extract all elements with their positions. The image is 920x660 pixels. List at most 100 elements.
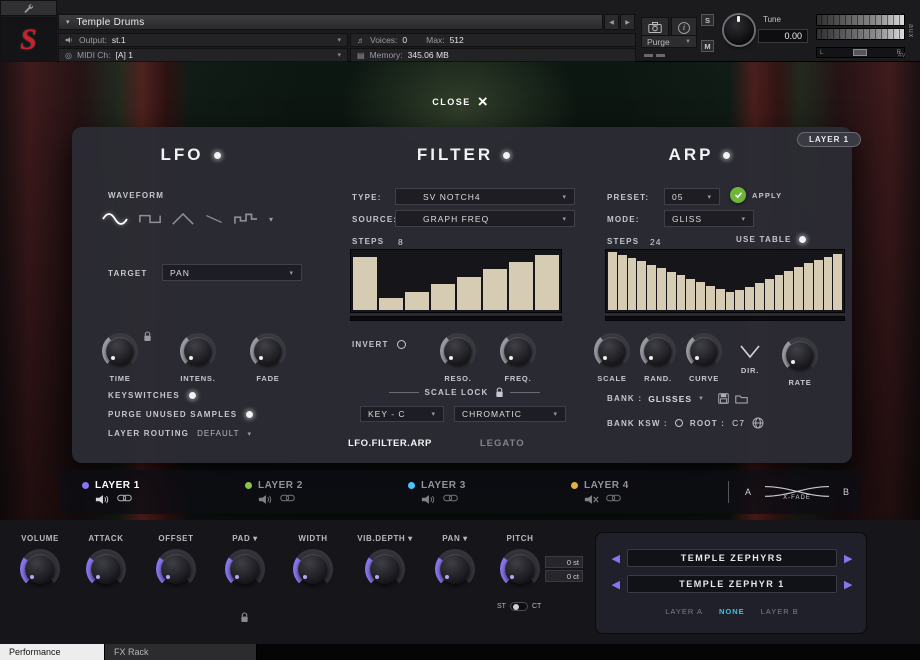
filter-freq-knob[interactable]: FREQ. (488, 333, 548, 383)
instrument-title-bar[interactable]: ▾ Temple Drums (58, 14, 603, 30)
arp-curve-knob[interactable]: CURVE (682, 333, 726, 383)
lfo-target-dropdown[interactable]: PAN ▾ (162, 264, 302, 281)
saw-wave-icon[interactable] (205, 211, 223, 227)
use-table-led[interactable] (797, 235, 807, 244)
output-select[interactable]: Output: st.1 ▾ (58, 33, 348, 47)
arp-steps-value[interactable]: 24 (650, 237, 661, 247)
layer-3-link-icon[interactable] (443, 494, 458, 505)
tab-performance[interactable]: Performance (0, 644, 105, 660)
filter-invert-led[interactable] (396, 340, 406, 349)
arp-preset-dropdown[interactable]: 05 ▾ (664, 188, 720, 205)
layer-routing-select[interactable]: LAYER ROUTING DEFAULT ▾ (108, 429, 251, 438)
scale-dropdown[interactable]: CHROMATIC ▾ (454, 406, 566, 422)
pad-knob[interactable]: PAD ▾ (213, 534, 277, 589)
layer-3-select[interactable]: LAYER 3 (386, 480, 549, 505)
layer-b-option[interactable]: LAYER B (761, 607, 799, 616)
key-dropdown[interactable]: KEY - C ▾ (360, 406, 444, 422)
layer-2-speaker-icon[interactable] (258, 494, 273, 505)
filter-step-graph[interactable] (350, 249, 562, 313)
pitch-knob[interactable]: PITCH (488, 534, 552, 589)
time-lock-icon[interactable] (143, 331, 152, 342)
layer-1-select[interactable]: LAYER 1 (60, 480, 223, 505)
save-bank-icon[interactable] (718, 393, 729, 404)
arp-direction-control[interactable]: DIR. (728, 335, 772, 375)
bank-ksw-led[interactable] (674, 419, 683, 427)
square-wave-icon[interactable] (139, 211, 161, 227)
mute-button[interactable]: M (701, 40, 714, 52)
none-option[interactable]: NONE (719, 607, 745, 616)
xfade-control[interactable]: A X-FADE B (745, 483, 849, 501)
purge-menu[interactable]: Purge ▼ (641, 35, 697, 48)
arp-rand-knob[interactable]: RAND. (636, 333, 680, 383)
filter-steps-value[interactable]: 8 (398, 237, 404, 247)
prev-preset-arrow-1[interactable]: ◀ (612, 552, 620, 565)
lfo-enable-led[interactable] (212, 150, 222, 160)
layer-4-link-icon[interactable] (606, 494, 621, 505)
next-preset-arrow-2[interactable]: ▶ (844, 578, 852, 591)
layer-a-option[interactable]: LAYER A (665, 607, 703, 616)
keyswitches-toggle[interactable]: KEYSWITCHES (108, 391, 197, 400)
use-table-toggle[interactable]: USE TABLE (736, 235, 807, 244)
sine-wave-icon[interactable] (102, 211, 128, 227)
layer-3-speaker-icon[interactable] (421, 494, 436, 505)
volume-knob[interactable]: VOLUME (8, 534, 72, 589)
lfo-fade-knob[interactable]: FADE (238, 333, 298, 383)
lfo-intensity-knob[interactable]: INTENS. (168, 333, 228, 383)
pan-slider-handle[interactable] (853, 49, 867, 56)
root-value[interactable]: C7 (732, 418, 745, 428)
close-overlay-button[interactable]: CLOSE × (0, 93, 920, 110)
filter-source-dropdown[interactable]: GRAPH FREQ ▾ (395, 210, 575, 227)
tab-fx-rack[interactable]: FX Rack (105, 644, 257, 660)
load-bank-folder-icon[interactable] (735, 394, 748, 404)
prev-preset-arrow-2[interactable]: ◀ (612, 578, 620, 591)
layer-1-link-icon[interactable] (117, 494, 132, 505)
tune-knob[interactable] (724, 15, 754, 45)
midi-channel-select[interactable]: ◎ MIDI Ch: [A] 1 ▾ (58, 48, 348, 62)
layer-2-select[interactable]: LAYER 2 (223, 480, 386, 505)
bank-value[interactable]: GLISSES (648, 394, 692, 404)
keyswitches-led[interactable] (187, 391, 197, 400)
layer-1-speaker-icon[interactable] (95, 494, 110, 505)
arp-apply-button[interactable]: APPLY (730, 187, 782, 203)
st-ct-toggle[interactable]: ST CT (497, 602, 541, 611)
next-instrument-button[interactable]: ▶ (620, 14, 635, 30)
pitch-cent-value[interactable]: 0 ct (545, 570, 583, 582)
random-wave-icon[interactable] (234, 211, 258, 227)
layer-4-select[interactable]: LAYER 4 (549, 480, 712, 505)
arp-scale-knob[interactable]: SCALE (590, 333, 634, 383)
prev-instrument-button[interactable]: ◀ (604, 14, 619, 30)
preset-name-1[interactable]: TEMPLE ZEPHYRS (627, 549, 837, 567)
lfo-time-knob[interactable]: TIME (90, 333, 150, 383)
filter-reso-knob[interactable]: RESO. (428, 333, 488, 383)
width-knob[interactable]: WIDTH (281, 534, 345, 589)
layer-4-speaker-muted-icon[interactable] (584, 494, 599, 505)
output-pan-slider[interactable]: L R (816, 47, 905, 58)
st-ct-switch[interactable] (509, 602, 528, 611)
chevron-down-icon[interactable]: ▼ (698, 396, 704, 402)
offset-knob[interactable]: OFFSET (144, 534, 208, 589)
filter-enable-led[interactable] (502, 150, 512, 160)
layer-2-link-icon[interactable] (280, 494, 295, 505)
next-preset-arrow-1[interactable]: ▶ (844, 552, 852, 565)
pad-lock-icon[interactable] (240, 612, 249, 623)
triangle-wave-icon[interactable] (172, 211, 194, 227)
preset-name-2[interactable]: TEMPLE ZEPHYR 1 (627, 575, 837, 593)
tab-legato[interactable]: LEGATO (480, 438, 525, 449)
keyboard-globe-icon[interactable] (752, 417, 764, 429)
arp-step-graph[interactable] (605, 249, 845, 313)
solo-button[interactable]: S (701, 14, 714, 26)
pitch-semitone-value[interactable]: 0 st (545, 556, 583, 568)
attack-knob[interactable]: ATTACK (74, 534, 138, 589)
arp-mode-dropdown[interactable]: GLISS ▾ (664, 210, 754, 227)
purge-unused-led[interactable] (245, 410, 255, 419)
tools-button[interactable] (0, 0, 57, 16)
filter-invert-toggle[interactable]: INVERT (352, 340, 406, 349)
vib-depth-knob[interactable]: VIB.DEPTH ▾ (353, 534, 417, 589)
waveform-menu-chevron-icon[interactable]: ▾ (269, 215, 273, 224)
tab-lfo-filter-arp[interactable]: LFO.FILTER.ARP (348, 438, 432, 449)
arp-enable-led[interactable] (722, 150, 732, 160)
purge-unused-toggle[interactable]: PURGE UNUSED SAMPLES (108, 410, 255, 419)
tune-value[interactable]: 0.00 (758, 29, 808, 43)
arp-rate-knob[interactable]: RATE (778, 337, 822, 387)
filter-type-dropdown[interactable]: SV NOTCH4 ▾ (395, 188, 575, 205)
